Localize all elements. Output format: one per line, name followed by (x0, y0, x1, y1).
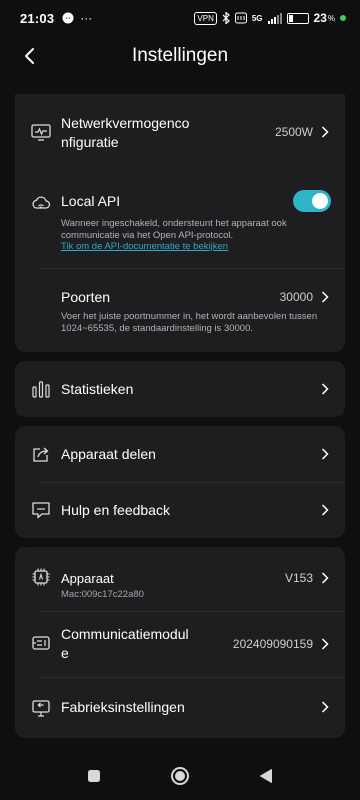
device-mac: Mac:009c17c22a80 (61, 589, 144, 600)
chevron-right-icon (321, 126, 329, 138)
chevron-right-icon (321, 572, 329, 584)
share-help-card: Apparaat delen Hulp en feedback (15, 426, 345, 538)
monitor-wave-icon (31, 124, 51, 141)
comm-module-row[interactable]: Communicatiemodul e 202409090159 (15, 611, 345, 677)
statistics-label: Statistieken (61, 381, 134, 397)
network-type-icon: 5G (251, 13, 263, 23)
ports-row[interactable]: Poorten 30000 Voer het juiste poortnumme… (15, 274, 345, 346)
share-device-label: Apparaat delen (61, 446, 156, 462)
bar-chart-icon (32, 381, 50, 398)
local-api-row: Local API Wanneer ingeschakeld, onderste… (15, 170, 345, 264)
device-row[interactable]: Apparaat Mac:009c17c22a80 V153 (15, 547, 345, 611)
recents-button[interactable] (82, 764, 106, 788)
statistics-row[interactable]: Statistieken (15, 361, 345, 417)
square-icon (88, 770, 100, 782)
vpn-icon: VPN (194, 11, 217, 25)
network-power-row[interactable]: Netwerkvermogenco nfiguratie 2500W (15, 94, 345, 164)
app-header: Instellingen (0, 36, 360, 76)
statistics-card: Statistieken (15, 361, 345, 417)
circle-icon (171, 767, 189, 785)
share-icon (33, 447, 49, 462)
more-notifications-icon: ··· (80, 11, 93, 25)
divider (39, 268, 345, 269)
system-nav-bar (0, 752, 360, 800)
ports-description: Voer het juiste poortnummer in, het word… (61, 311, 318, 334)
comm-module-label: Communicatiemodul (61, 626, 189, 642)
network-power-value: 2500W (274, 125, 313, 139)
ports-value: 30000 (279, 290, 313, 304)
toggle-knob (312, 193, 328, 209)
chevron-right-icon (321, 701, 329, 713)
network-power-label: Netwerkvermogenco (61, 115, 190, 131)
factory-reset-icon (32, 700, 50, 717)
device-firmware-value: V153 (284, 571, 313, 585)
help-feedback-row[interactable]: Hulp en feedback (15, 482, 345, 538)
local-api-label: Local API (61, 193, 121, 209)
network-api-card: Netwerkvermogenco nfiguratie 2500W Local… (15, 94, 345, 352)
feedback-icon (32, 502, 50, 519)
device-info-card: Apparaat Mac:009c17c22a80 V153 Communica… (15, 547, 345, 738)
messenger-icon (62, 12, 74, 24)
page-title: Instellingen (131, 45, 229, 66)
back-nav-button[interactable] (254, 764, 278, 788)
chevron-right-icon (321, 504, 329, 516)
home-button[interactable] (168, 764, 192, 788)
cloud-wifi-icon (32, 196, 51, 209)
privacy-indicator-icon (340, 15, 346, 21)
bluetooth-icon (222, 12, 230, 24)
chevron-right-icon (321, 383, 329, 395)
status-bar: 21:03 ··· VPN 5G 23% (0, 0, 360, 36)
chevron-right-icon (321, 291, 329, 303)
divider (39, 677, 345, 678)
api-docs-link[interactable]: Tik om de API-documentatie te bekijken (61, 241, 228, 252)
device-label: Apparaat (61, 571, 114, 586)
chevron-right-icon (321, 638, 329, 650)
factory-reset-label: Fabrieksinstellingen (61, 699, 185, 715)
comm-module-value: 202409090159 (232, 637, 313, 651)
help-feedback-label: Hulp en feedback (61, 502, 170, 518)
battery-icon (286, 12, 309, 24)
battery-percent: 23 (313, 11, 327, 25)
signal-icon (267, 12, 282, 24)
back-button[interactable] (18, 44, 42, 68)
ports-label: Poorten (61, 289, 111, 305)
triangle-back-icon (260, 769, 272, 783)
factory-reset-row[interactable]: Fabrieksinstellingen (15, 679, 345, 737)
network-power-label-cont: nfiguratie (61, 134, 119, 150)
comm-module-label-cont: e (61, 645, 69, 661)
volte-icon (234, 12, 247, 24)
chevron-right-icon (321, 448, 329, 460)
share-device-row[interactable]: Apparaat delen (15, 426, 345, 482)
chip-icon (32, 568, 50, 586)
status-time: 21:03 (20, 10, 55, 26)
local-api-description: Wanneer ingeschakeld, ondersteunt het ap… (61, 218, 287, 241)
local-api-toggle[interactable] (293, 190, 331, 212)
module-icon (32, 636, 50, 650)
